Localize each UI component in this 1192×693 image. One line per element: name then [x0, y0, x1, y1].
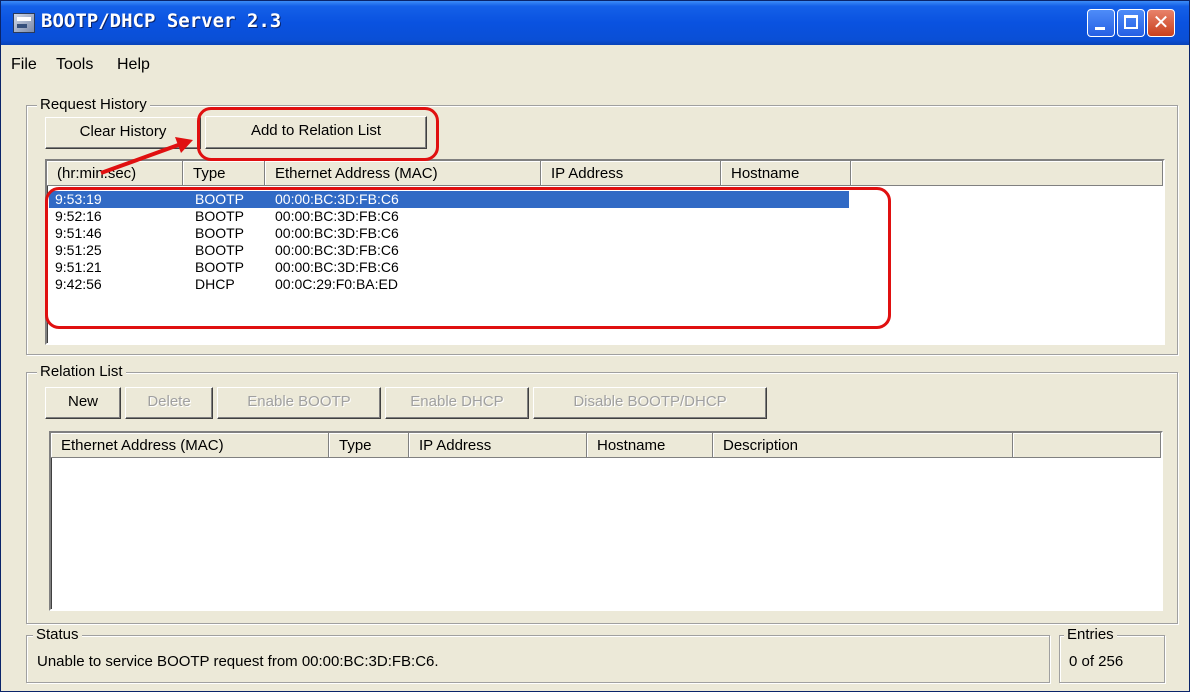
col-rel-type[interactable]: Type — [329, 433, 409, 458]
col-ip[interactable]: IP Address — [541, 161, 721, 186]
status-message: Unable to service BOOTP request from 00:… — [37, 653, 439, 670]
menu-bar: File Tools Help — [1, 49, 1189, 81]
enable-dhcp-button[interactable]: Enable DHCP — [385, 387, 529, 419]
window-title: BOOTP/DHCP Server 2.3 — [41, 10, 282, 32]
close-button[interactable]: ✕ — [1147, 9, 1175, 37]
col-rel-hostname[interactable]: Hostname — [587, 433, 713, 458]
minimize-button[interactable] — [1087, 9, 1115, 37]
minimize-icon — [1095, 27, 1105, 30]
new-button[interactable]: New — [45, 387, 121, 419]
app-window: BOOTP/DHCP Server 2.3 ✕ File Tools Help … — [0, 0, 1190, 692]
status-legend: Status — [33, 626, 82, 643]
col-filler — [851, 161, 1163, 186]
col-time[interactable]: (hr:min:sec) — [47, 161, 183, 186]
close-icon: ✕ — [1152, 12, 1170, 34]
delete-button[interactable]: Delete — [125, 387, 213, 419]
clear-history-button[interactable]: Clear History — [45, 117, 201, 149]
relation-list-header: Ethernet Address (MAC) Type IP Address H… — [51, 433, 1161, 459]
relation-list[interactable]: Ethernet Address (MAC) Type IP Address H… — [49, 431, 1163, 611]
menu-tools[interactable]: Tools — [56, 56, 93, 74]
enable-bootp-button[interactable]: Enable BOOTP — [217, 387, 381, 419]
relation-list-legend: Relation List — [37, 363, 126, 380]
entries-legend: Entries — [1064, 626, 1117, 643]
app-icon[interactable] — [13, 13, 35, 33]
annotation-box-add-button — [197, 107, 439, 161]
annotation-box-history-rows — [45, 187, 891, 329]
col-mac[interactable]: Ethernet Address (MAC) — [265, 161, 541, 186]
col-hostname[interactable]: Hostname — [721, 161, 851, 186]
col-rel-description[interactable]: Description — [713, 433, 1013, 458]
disable-bootp-dhcp-button[interactable]: Disable BOOTP/DHCP — [533, 387, 767, 419]
request-history-header: (hr:min:sec) Type Ethernet Address (MAC)… — [47, 161, 1163, 187]
col-rel-ip[interactable]: IP Address — [409, 433, 587, 458]
maximize-button[interactable] — [1117, 9, 1145, 37]
entries-value: 0 of 256 — [1069, 653, 1124, 670]
maximize-icon — [1124, 15, 1138, 29]
request-history-legend: Request History — [37, 96, 150, 113]
col-rel-mac[interactable]: Ethernet Address (MAC) — [51, 433, 329, 458]
col-rel-filler — [1013, 433, 1161, 458]
col-type[interactable]: Type — [183, 161, 265, 186]
menu-file[interactable]: File — [11, 56, 37, 74]
title-bar[interactable]: BOOTP/DHCP Server 2.3 ✕ — [1, 1, 1189, 45]
menu-help[interactable]: Help — [117, 56, 150, 74]
